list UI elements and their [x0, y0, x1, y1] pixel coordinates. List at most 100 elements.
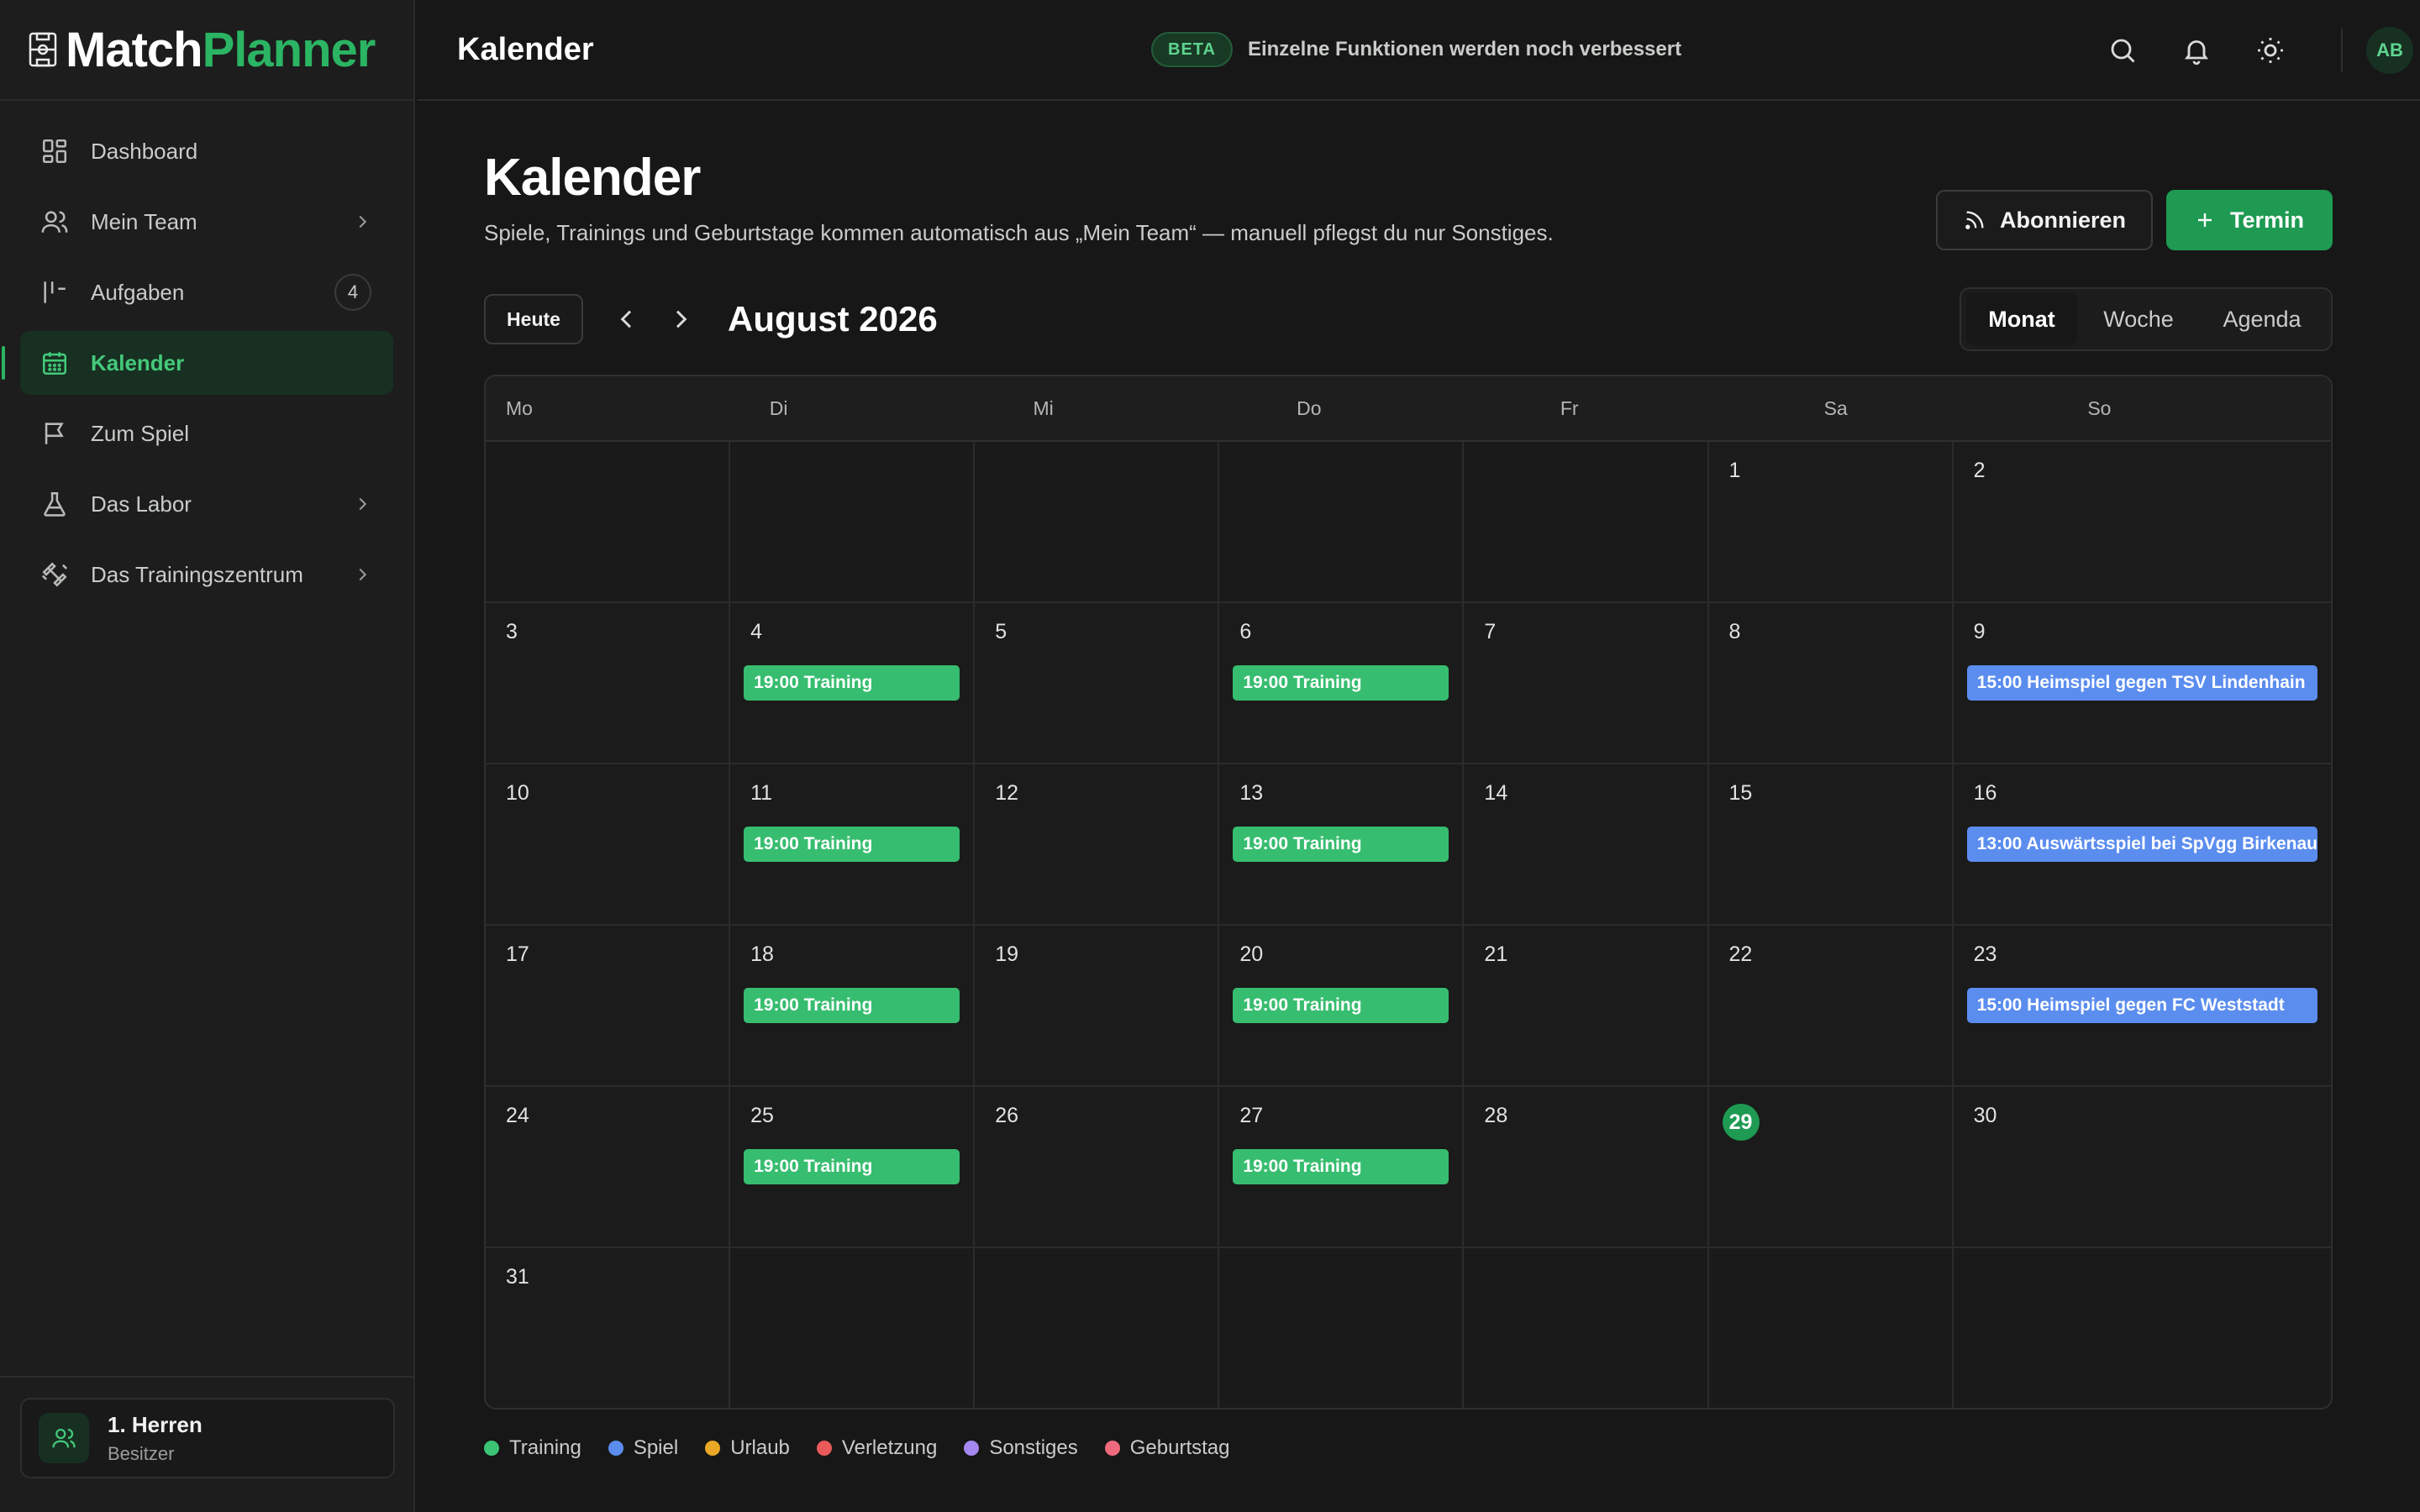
day-cell[interactable]: 7 — [1464, 603, 1709, 764]
users-icon — [40, 207, 69, 236]
day-cell[interactable]: 10 — [486, 764, 731, 926]
legend-dot — [816, 1441, 832, 1456]
subscribe-button[interactable]: Abonnieren — [1936, 190, 2153, 250]
day-cell[interactable]: 23 15:00 Heimspiel gegen FC Weststadt — [1953, 926, 2331, 1087]
training-event[interactable]: 19:00 Training — [1233, 1149, 1449, 1184]
legend-label: Sonstiges — [989, 1436, 1078, 1459]
sidebar-item-label: Aufgaben — [91, 279, 185, 305]
pitch-board-icon — [29, 32, 57, 67]
sidebar-item-dashboard[interactable]: Dashboard — [20, 119, 393, 183]
day-cell[interactable]: 5 — [975, 603, 1220, 764]
prev-month-button[interactable] — [613, 306, 640, 333]
task-count-badge: 4 — [334, 274, 371, 311]
day-cell[interactable]: 1 — [1708, 442, 1954, 603]
empty-day-cell — [975, 1248, 1220, 1408]
day-cell[interactable]: 26 — [975, 1087, 1220, 1248]
day-cell[interactable]: 29 — [1708, 1087, 1954, 1248]
day-number: 22 — [1728, 942, 1753, 966]
match-event[interactable]: 13:00 Auswärtsspiel bei SpVgg Birkenau — [1966, 827, 2317, 862]
training-event[interactable]: 19:00 Training — [1233, 827, 1449, 862]
sidebar-item-zum-spiel[interactable]: Zum Spiel — [20, 402, 393, 465]
day-number: 28 — [1484, 1104, 1508, 1127]
day-cell[interactable]: 3 — [486, 603, 731, 764]
day-number: 1 — [1728, 459, 1741, 482]
training-event[interactable]: 19:00 Training — [744, 827, 960, 862]
day-cell[interactable]: 22 — [1708, 926, 1954, 1087]
day-cell[interactable]: 2 — [1953, 442, 2331, 603]
plus-icon — [2195, 210, 2230, 230]
sidebar-item-kalender[interactable]: Kalender — [2, 331, 393, 395]
day-cell[interactable]: 15 — [1708, 764, 1954, 926]
training-event[interactable]: 19:00 Training — [1233, 665, 1449, 701]
day-cell[interactable]: 11 19:00 Training — [730, 764, 976, 926]
day-cell[interactable]: 20 19:00 Training — [1219, 926, 1465, 1087]
add-event-button[interactable]: Termin — [2166, 190, 2333, 250]
day-number: 23 — [1973, 942, 1997, 966]
training-event[interactable]: 19:00 Training — [744, 988, 960, 1023]
legend-label: Geburtstag — [1129, 1436, 1230, 1459]
team-switcher[interactable]: 1. Herren Besitzer — [20, 1398, 395, 1478]
legend-dot — [1104, 1441, 1120, 1456]
tab-agenda[interactable]: Agenda — [2200, 293, 2324, 345]
tab-monat[interactable]: Monat — [1966, 293, 2077, 345]
user-avatar[interactable]: AB — [2366, 27, 2413, 74]
legend-label: Urlaub — [730, 1436, 790, 1459]
logo[interactable]: MatchPlanner — [0, 0, 413, 101]
day-number: 25 — [750, 1104, 774, 1127]
today-day-number: 29 — [1722, 1104, 1760, 1141]
day-cell[interactable]: 27 19:00 Training — [1219, 1087, 1465, 1248]
day-cell[interactable]: 12 — [975, 764, 1220, 926]
sidebar-item-trainingszentrum[interactable]: Das Trainingszentrum — [20, 543, 393, 606]
flask-icon — [40, 490, 69, 518]
legend-item: Geburtstag — [1104, 1436, 1230, 1460]
day-cell[interactable]: 25 19:00 Training — [730, 1087, 976, 1248]
empty-day-cell — [730, 442, 976, 603]
day-number: 7 — [1484, 620, 1497, 643]
legend-dot — [964, 1441, 980, 1456]
view-switcher: Monat Woche Agenda — [1960, 287, 2333, 351]
next-month-button[interactable] — [667, 306, 694, 333]
tab-woche[interactable]: Woche — [2077, 293, 2200, 345]
sidebar-item-label: Das Trainingszentrum — [91, 561, 303, 587]
day-cell[interactable]: 16 13:00 Auswärtsspiel bei SpVgg Birkenau — [1953, 764, 2331, 926]
legend-dot — [484, 1441, 499, 1456]
day-cell[interactable]: 9 15:00 Heimspiel gegen TSV Lindenhain — [1953, 603, 2331, 764]
day-number: 14 — [1484, 781, 1508, 805]
beta-text: Einzelne Funktionen werden noch verbesse… — [1247, 38, 1682, 60]
training-event[interactable]: 19:00 Training — [744, 665, 960, 701]
sidebar-item-das-labor[interactable]: Das Labor — [20, 472, 393, 536]
day-cell[interactable]: 14 — [1464, 764, 1709, 926]
today-button[interactable]: Heute — [484, 294, 583, 344]
day-number: 18 — [750, 942, 774, 966]
legend-item: Spiel — [608, 1436, 678, 1460]
training-event[interactable]: 19:00 Training — [744, 1149, 960, 1184]
match-event[interactable]: 15:00 Heimspiel gegen FC Weststadt — [1966, 988, 2317, 1023]
match-event[interactable]: 15:00 Heimspiel gegen TSV Lindenhain — [1966, 665, 2317, 701]
empty-day-cell — [1953, 1248, 2331, 1408]
day-number: 9 — [1973, 620, 1986, 643]
weekday-label: Fr — [1560, 396, 1579, 419]
sidebar-item-label: Dashboard — [91, 138, 198, 164]
day-cell[interactable]: 30 — [1953, 1087, 2331, 1248]
day-cell[interactable]: 6 19:00 Training — [1219, 603, 1465, 764]
sidebar-item-mein-team[interactable]: Mein Team — [20, 190, 393, 254]
dashboard-icon — [40, 137, 69, 165]
bell-icon[interactable] — [2181, 35, 2212, 66]
day-number: 27 — [1239, 1104, 1264, 1127]
day-cell[interactable]: 8 — [1708, 603, 1954, 764]
day-cell[interactable]: 19 — [975, 926, 1220, 1087]
day-cell[interactable]: 18 19:00 Training — [730, 926, 976, 1087]
search-icon[interactable] — [2107, 35, 2138, 66]
sun-icon[interactable] — [2255, 35, 2286, 66]
day-cell[interactable]: 21 — [1464, 926, 1709, 1087]
day-cell[interactable]: 31 — [486, 1248, 731, 1408]
day-cell[interactable]: 28 — [1464, 1087, 1709, 1248]
training-event[interactable]: 19:00 Training — [1233, 988, 1449, 1023]
page-subtitle: Spiele, Trainings und Geburtstage kommen… — [484, 220, 1554, 245]
flag-icon — [40, 419, 69, 448]
day-cell[interactable]: 24 — [486, 1087, 731, 1248]
day-cell[interactable]: 17 — [486, 926, 731, 1087]
day-cell[interactable]: 13 19:00 Training — [1219, 764, 1465, 926]
day-cell[interactable]: 4 19:00 Training — [730, 603, 976, 764]
sidebar-item-aufgaben[interactable]: Aufgaben 4 — [20, 260, 393, 324]
